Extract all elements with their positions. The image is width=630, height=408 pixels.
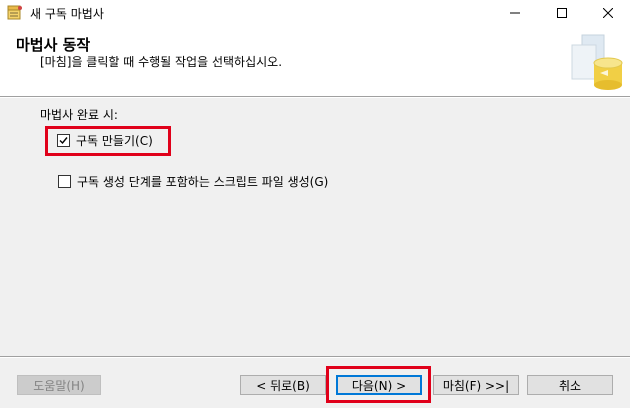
help-button[interactable]: 도움말(H) [17, 375, 101, 395]
completion-group-label: 마법사 완료 시: [40, 108, 118, 122]
minimize-button[interactable] [492, 0, 538, 25]
database-wizard-icon [568, 33, 624, 91]
generate-script-label: 구독 생성 단계를 포함하는 스크립트 파일 생성(G) [77, 175, 329, 189]
maximize-button[interactable] [539, 0, 585, 25]
annotation-highlight-create-subscription [45, 126, 171, 156]
finish-button[interactable]: 마침(F) >>| [433, 375, 519, 395]
close-icon [603, 7, 613, 18]
maximize-icon [557, 7, 567, 18]
back-button[interactable]: < 뒤로(B) [240, 375, 326, 395]
generate-script-option[interactable]: 구독 생성 단계를 포함하는 스크립트 파일 생성(G) [58, 173, 328, 190]
wizard-app-icon [6, 4, 24, 20]
wizard-footer: 도움말(H) < 뒤로(B) 다음(N) > 마침(F) >>| 취소 [0, 356, 630, 408]
annotation-highlight-next-button [326, 366, 431, 403]
page-subtitle: [마침]을 클릭할 때 수행될 작업을 선택하십시오. [40, 55, 283, 69]
wizard-header: 마법사 동작 [마침]을 클릭할 때 수행될 작업을 선택하십시오. [0, 25, 630, 96]
minimize-icon [510, 12, 520, 13]
cancel-button[interactable]: 취소 [527, 375, 613, 395]
generate-script-checkbox[interactable] [58, 175, 71, 188]
footer-divider [0, 356, 630, 358]
title-bar: 새 구독 마법사 [0, 0, 630, 25]
window-title: 새 구독 마법사 [30, 7, 104, 21]
close-button[interactable] [585, 0, 630, 25]
page-title: 마법사 동작 [16, 36, 91, 54]
